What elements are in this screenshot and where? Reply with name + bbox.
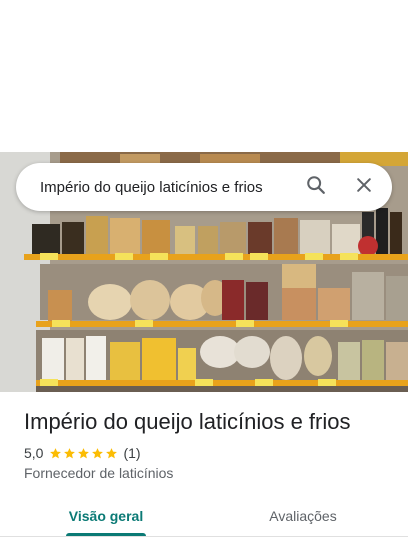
star-icon [92,447,104,458]
search-button[interactable] [292,163,340,211]
close-icon [354,175,374,200]
place-title: Império do queijo laticínios e frios [24,409,351,434]
rating-row[interactable]: 5,0 (1) [24,444,141,462]
star-icon [106,447,118,458]
search-input[interactable]: Império do queijo laticínios e frios [16,179,292,196]
review-count[interactable]: (1) [123,445,140,461]
map-blank-area [0,0,408,152]
tab-overview[interactable]: Visão geral [66,496,146,536]
star-icon [64,447,76,458]
rating-value: 5,0 [24,445,44,461]
tab-reviews[interactable]: Avaliações [258,496,348,536]
search-bar[interactable]: Império do queijo laticínios e frios [16,163,392,211]
star-icon [78,447,90,458]
place-category: Fornecedor de laticínios [24,465,174,481]
close-button[interactable] [340,163,388,211]
search-icon [305,174,327,201]
star-rating [49,447,119,460]
star-icon [50,447,62,458]
tab-bar: Visão geral Avaliações [0,496,408,540]
tab-divider [0,536,408,537]
